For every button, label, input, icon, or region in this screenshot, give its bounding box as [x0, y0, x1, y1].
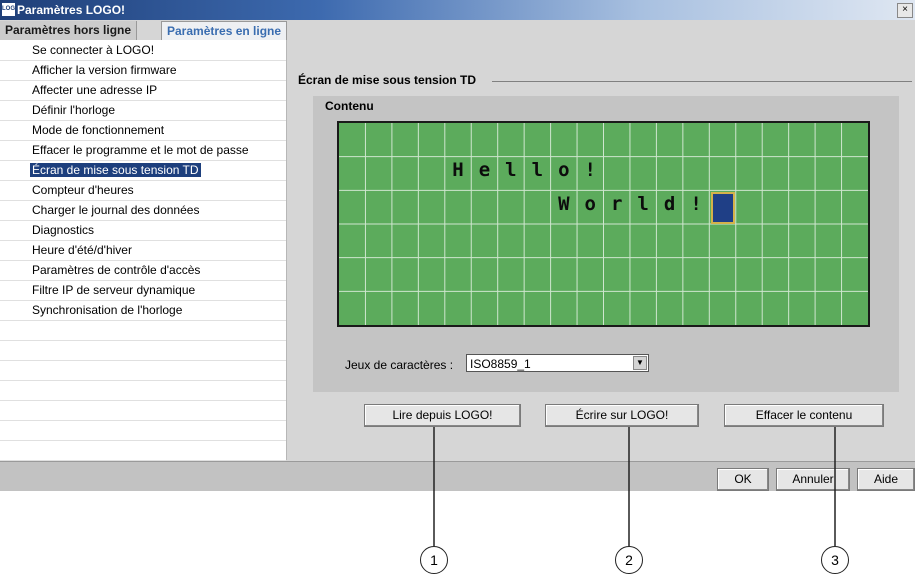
callout-1: 1 [420, 546, 448, 574]
callout-annotations [433, 427, 836, 546]
callout-2: 2 [615, 546, 643, 574]
callout-3: 3 [821, 546, 849, 574]
